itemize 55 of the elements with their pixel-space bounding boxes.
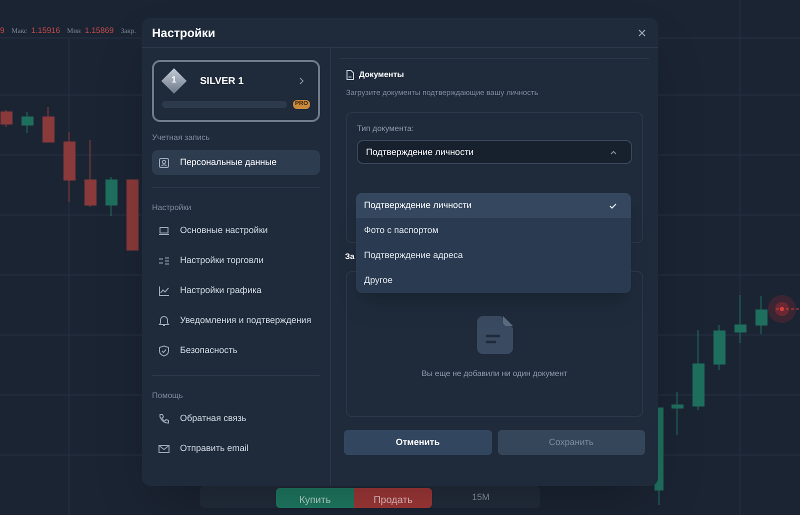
document-icon [476,316,512,354]
section-heading: Учетная запись [152,132,211,144]
sidebar-item[interactable]: Настройки торговли [152,248,320,273]
laptop-icon [158,224,170,236]
dropdown-option[interactable]: Подтверждение адреса [356,243,631,268]
chevron-right-icon [299,77,304,85]
sidebar-item[interactable]: Безопасность [152,338,320,363]
stat-value: 1.15916 [31,25,60,37]
dropdown-option[interactable]: Подтверждение личности [356,193,631,218]
sidebar-item[interactable]: Отправить email [152,436,320,461]
candlestick [126,180,138,250]
timeframe-selector[interactable]: 15M [472,490,490,504]
price-marker [768,295,800,323]
candlestick [84,140,96,208]
candlestick [0,110,12,128]
sidebar-item[interactable]: Уведомления и подтверждения [152,308,320,333]
stat-value: 1.15869 [84,25,114,37]
close-icon[interactable] [638,28,646,36]
sidebar-item[interactable]: Основные настройки [152,218,320,243]
candlestick [22,112,34,134]
field-label: Тип документа: [357,123,415,136]
check-icon [609,202,617,208]
dropdown-option[interactable]: Фото с паспортом [356,218,631,243]
stat-value: 9 [0,25,4,37]
candlestick [106,176,118,216]
candlestick [672,392,684,436]
phone-icon [158,412,170,424]
section-heading: За [345,251,354,264]
candlestick [714,324,726,370]
empty-state-text: Вы еще не добавили ни один документ [422,368,568,380]
dialog-title: Настройки [152,24,216,42]
sell-button[interactable]: Продать [354,488,432,508]
dialog-button[interactable]: Отменить [344,430,492,456]
candlestick [64,132,76,202]
candlestick [734,294,746,344]
envelope-icon [158,442,170,454]
candlestick [42,106,54,142]
user-icon [158,156,170,168]
line-chart-icon [158,284,170,296]
rank-badge: 1 [161,68,187,94]
section-heading: Помощь [152,390,184,402]
shield-icon [158,344,170,356]
sidebar-item[interactable]: Настройки графика [152,278,320,303]
document-type-select[interactable]: Подтверждение личности [357,140,632,164]
document-icon [346,70,354,80]
candlestick [756,296,768,334]
bell-icon [158,314,170,326]
dropdown-option[interactable]: Другое [356,268,631,293]
sliders-icon [158,254,170,266]
caret-icon [610,150,617,155]
rank-name: SILVER 1 [200,74,244,88]
section-heading: Настройки [152,202,192,214]
sidebar-item[interactable]: Персональные данные [152,150,320,175]
sidebar-item[interactable]: Обратная связь [152,406,320,431]
section-title: Документы [359,69,404,81]
